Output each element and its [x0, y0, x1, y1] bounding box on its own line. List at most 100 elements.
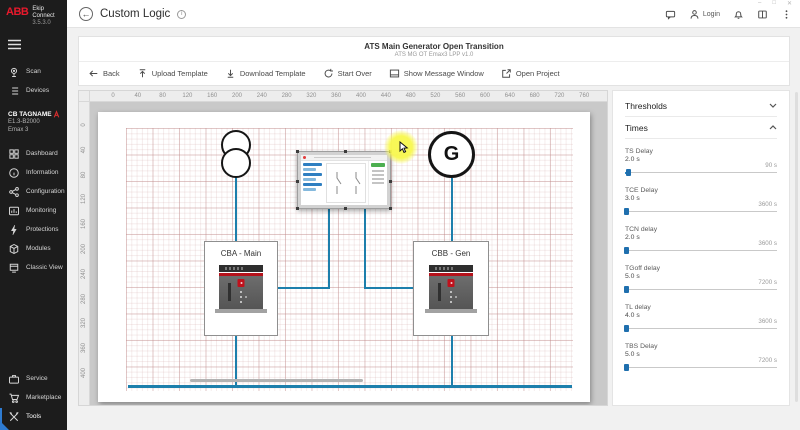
selection-handle[interactable] [344, 207, 347, 210]
reader-panel-button[interactable] [757, 9, 768, 20]
ruler-number: 120 [182, 93, 192, 99]
protections-icon [8, 224, 20, 236]
embedded-screenshot-node[interactable] [297, 151, 391, 209]
wire[interactable] [364, 287, 413, 289]
ruler-number: 40 [134, 93, 141, 99]
download-icon [225, 68, 236, 79]
selection-handle[interactable] [296, 207, 299, 210]
abb-logo: ABB [6, 6, 28, 18]
breaker-node-gen[interactable]: CBB - Gen [413, 241, 489, 336]
sidebar-item-label: Tools [26, 413, 41, 420]
sidebar-item-protections[interactable]: Protections [0, 220, 67, 239]
time-setting-group: TBS Delay5.0 s7200 s [625, 343, 777, 373]
sidebar-item-devices[interactable]: Devices [0, 81, 67, 100]
ruler-number: 200 [81, 243, 87, 255]
selection-handle[interactable] [344, 150, 347, 153]
section-thresholds[interactable]: Thresholds [625, 95, 777, 116]
busbar[interactable] [128, 385, 572, 388]
time-setting-group: TS Delay2.0 s90 s [625, 148, 777, 178]
time-name: TS Delay [625, 148, 777, 155]
sidebar-item-label: Scan [26, 68, 41, 75]
download-template-button[interactable]: Download Template [225, 68, 306, 79]
horizontal-scrollbar[interactable] [190, 379, 363, 382]
sidebar-item-modules[interactable]: Modules [0, 239, 67, 258]
ruler-number: 40 [81, 144, 87, 156]
notifications-button[interactable] [733, 9, 744, 20]
wire[interactable] [278, 287, 330, 289]
section-title: Thresholds [625, 101, 667, 111]
ruler-corner [79, 91, 90, 102]
device-summary[interactable]: CB TAGNAME E1.3-B2000 Emax 3 [0, 104, 67, 140]
canvas-workspace[interactable]: G CBA - Main CBB - Gen [90, 102, 607, 405]
time-name: TBS Delay [625, 343, 777, 350]
time-name: TCN delay [625, 226, 777, 233]
window-control[interactable]: ✕ [787, 0, 792, 7]
slider-thumb[interactable] [624, 247, 629, 254]
selection-handle[interactable] [389, 180, 392, 183]
chevron-up-icon [769, 125, 777, 130]
toolbar-button-label: Download Template [240, 69, 306, 78]
sidebar-item-label: Modules [26, 245, 51, 252]
sidebar-item-information[interactable]: Information [0, 163, 67, 182]
selection-handle[interactable] [296, 180, 299, 183]
sidebar-item-monitoring[interactable]: Monitoring [0, 201, 67, 220]
ruler-number: 0 [81, 119, 87, 131]
wire[interactable] [235, 176, 237, 242]
wire[interactable] [451, 336, 453, 388]
bell-icon [733, 9, 744, 20]
restart-icon [323, 68, 334, 79]
slider-thumb[interactable] [624, 286, 629, 293]
sidebar-item-configuration[interactable]: Configuration [0, 182, 67, 201]
ruler-number: 520 [430, 93, 440, 99]
start-over-button[interactable]: Start Over [323, 68, 372, 79]
sidebar-item-service[interactable]: Service [0, 369, 67, 388]
login-button[interactable]: Login [689, 9, 720, 20]
selection-handle[interactable] [296, 150, 299, 153]
hamburger-menu-icon[interactable] [0, 31, 67, 56]
selection-handle[interactable] [389, 207, 392, 210]
feedback-button[interactable] [665, 9, 676, 20]
sidebar-item-dashboard[interactable]: Dashboard [0, 144, 67, 163]
slider-thumb[interactable] [626, 169, 631, 176]
canvas-page[interactable]: G CBA - Main CBB - Gen [98, 112, 590, 402]
info-icon[interactable]: i [177, 10, 186, 19]
time-slider[interactable] [625, 250, 777, 251]
sidebar-item-scan[interactable]: Scan [0, 62, 67, 81]
more-menu-button[interactable] [781, 9, 792, 20]
wire[interactable] [328, 209, 330, 289]
device-model: E1.3-B2000 [8, 118, 59, 126]
sidebar-item-marketplace[interactable]: Marketplace [0, 388, 67, 407]
time-slider[interactable] [625, 289, 777, 290]
wire[interactable] [364, 209, 366, 289]
breaker-image [219, 265, 263, 317]
time-slider[interactable] [625, 211, 777, 212]
ruler-number: 440 [381, 93, 391, 99]
time-slider[interactable] [625, 328, 777, 329]
sidebar-item-classic-view[interactable]: Classic View [0, 258, 67, 277]
slider-thumb[interactable] [624, 208, 629, 215]
open-project-button[interactable]: Open Project [501, 68, 560, 79]
wire[interactable] [451, 178, 453, 242]
back-button[interactable]: Back [88, 68, 120, 79]
window-control[interactable]: – [758, 0, 761, 7]
sidebar-item-tools[interactable]: Tools [0, 407, 67, 426]
time-slider[interactable] [625, 367, 777, 368]
section-times[interactable]: Times [625, 117, 777, 138]
show-message-window-button[interactable]: Show Message Window [389, 68, 484, 79]
vertical-scrollbar[interactable] [795, 92, 798, 402]
breaker-status-icon [52, 110, 61, 119]
slider-thumb[interactable] [624, 364, 629, 371]
time-max: 7200 s [758, 279, 777, 286]
generator-symbol[interactable]: G [428, 131, 475, 178]
window-control[interactable]: □ [772, 0, 776, 7]
page-back-button[interactable]: ← [79, 7, 93, 21]
transformer-symbol[interactable] [221, 148, 251, 178]
breaker-node-main[interactable]: CBA - Main [204, 241, 278, 336]
ruler-number: 360 [81, 342, 87, 354]
time-name: TCE Delay [625, 187, 777, 194]
slider-thumb[interactable] [624, 325, 629, 332]
time-slider[interactable] [625, 172, 777, 173]
ruler-vertical: 04080120160200240280320360400 [79, 102, 90, 405]
upload-template-button[interactable]: Upload Template [137, 68, 208, 79]
template-header-card: ATS Main Generator Open Transition ATS M… [78, 36, 790, 86]
